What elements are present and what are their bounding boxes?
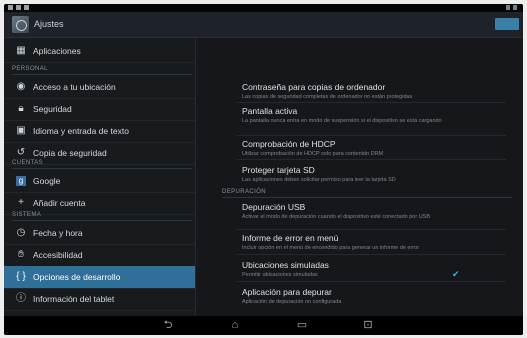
sidebar-item-label: Idioma y entrada de texto [33, 126, 129, 136]
settings-app-icon[interactable] [12, 16, 29, 33]
pref-usb-debugging[interactable]: Depuración USB Activar el modo de depura… [242, 202, 502, 221]
status-bar [4, 4, 523, 12]
developer-options-panel: Contraseña para copias de ordenador Las … [196, 38, 523, 316]
sidebar-item-label: Fecha y hora [33, 228, 83, 238]
pref-title: Proteger tarjeta SD [242, 165, 315, 175]
navigation-bar: ⮌ ⌂ ▭ ⊡ [4, 316, 523, 335]
info-icon: ⓘ [16, 293, 26, 304]
keyboard-icon: ▣ [16, 125, 26, 136]
clock-icon: ◷ [16, 227, 26, 238]
section-divider [12, 74, 192, 75]
pref-title: Pantalla activa [242, 106, 298, 116]
pref-title: Depuración USB [242, 202, 306, 212]
sidebar-item-label: Copia de seguridad [33, 148, 107, 158]
sidebar-item-seguridad[interactable]: 🔒︎ Seguridad [4, 98, 195, 121]
pref-bug-report-menu[interactable]: Informe de error en menú Incluir opción … [242, 233, 502, 252]
screenshot-icon[interactable]: ⊡ [359, 319, 377, 331]
pref-summary: Activar el modo de depuración cuando el … [242, 214, 431, 220]
notification-icon [8, 5, 13, 10]
section-header-depuracion: DEPURACIÓN [222, 189, 267, 195]
pref-summary: Las aplicaciones deben solicitar permiso… [242, 177, 396, 183]
recent-apps-icon[interactable]: ▭ [293, 319, 311, 331]
pref-summary: Utilizar comprobación de HDCP solo para … [242, 151, 384, 157]
google-icon: g [16, 176, 26, 186]
sidebar-item-fecha-hora[interactable]: ◷ Fecha y hora [4, 222, 195, 245]
pref-divider [236, 254, 506, 255]
sidebar-item-idioma[interactable]: ▣ Idioma y entrada de texto [4, 120, 195, 143]
sidebar-item-label: Acceso a tu ubicación [33, 82, 116, 92]
pref-mock-locations[interactable]: Ubicaciones simuladas Permitir ubicacion… [242, 260, 502, 279]
notification-icon [24, 5, 29, 10]
section-divider [12, 220, 192, 221]
sidebar-item-accesibilidad[interactable]: ✋︎ Accesibilidad [4, 244, 195, 267]
pref-divider [236, 135, 506, 136]
sidebar-item-label: Accesibilidad [33, 250, 83, 260]
pref-divider [236, 159, 506, 160]
pref-title: Informe de error en menú [242, 233, 339, 243]
pref-stay-awake[interactable]: Pantalla activa La pantalla nunca entra … [242, 106, 502, 125]
sidebar-item-label: Aplicaciones [33, 46, 81, 56]
back-icon[interactable]: ⮌ [159, 319, 177, 331]
pref-protect-sd[interactable]: Proteger tarjeta SD Las aplicaciones deb… [242, 165, 502, 184]
sidebar-item-label: Añadir cuenta [33, 198, 86, 208]
pref-summary: Aplicación de depuración no configurada [242, 299, 342, 305]
wifi-icon [506, 5, 510, 10]
home-icon[interactable]: ⌂ [226, 319, 244, 331]
notification-icons [8, 5, 29, 10]
pref-summary: Las copias de seguridad completas de ord… [242, 94, 413, 100]
system-status-icons [506, 5, 517, 10]
sidebar-item-label: Seguridad [33, 104, 72, 114]
battery-icon [513, 5, 517, 10]
pref-title: Ubicaciones simuladas [242, 260, 329, 270]
pref-summary: Permitir ubicaciones simuladas [242, 272, 318, 278]
accessibility-icon: ✋︎ [18, 249, 24, 260]
section-header-cuentas: CUENTAS [12, 160, 44, 166]
mock-locations-checkbox[interactable]: ✔ [452, 269, 460, 280]
pref-title: Comprobación de HDCP [242, 139, 336, 149]
pref-divider [236, 281, 506, 282]
pref-divider [236, 229, 506, 230]
sidebar-item-ubicacion[interactable]: ◉ Acceso a tu ubicación [4, 76, 195, 99]
pref-summary: Incluir opción en el menú de encendido p… [242, 245, 420, 251]
section-header-personal: PERSONAL [12, 66, 48, 72]
pref-title: Aplicación para depurar [242, 287, 332, 297]
notification-icon [16, 5, 21, 10]
pref-hdcp-checking[interactable]: Comprobación de HDCP Utilizar comprobaci… [242, 139, 502, 158]
sidebar-item-label: Opciones de desarrollo [33, 272, 121, 282]
sidebar-item-google[interactable]: g Google [4, 170, 195, 193]
location-icon: ◉ [16, 81, 26, 92]
tablet-screen: Ajustes ▦ Aplicaciones PERSONAL ◉ Acceso… [4, 4, 523, 335]
pref-debug-app[interactable]: Aplicación para depurar Aplicación de de… [242, 287, 502, 306]
section-divider [222, 197, 512, 198]
lock-icon: 🔒︎ [18, 103, 24, 114]
pref-backup-password[interactable]: Contraseña para copias de ordenador Las … [242, 82, 502, 101]
settings-sidebar: ▦ Aplicaciones PERSONAL ◉ Acceso a tu ub… [4, 38, 196, 316]
section-header-sistema: SISTEMA [12, 212, 42, 218]
apps-icon: ▦ [16, 45, 26, 56]
sidebar-item-aplicaciones[interactable]: ▦ Aplicaciones [4, 40, 195, 63]
action-bar: Ajustes [4, 12, 523, 38]
pref-title: Contraseña para copias de ordenador [242, 82, 386, 92]
pref-divider [236, 102, 506, 103]
sidebar-item-label: Información del tablet [33, 294, 115, 304]
app-title: Ajustes [34, 19, 64, 29]
pref-summary: La pantalla nunca entra en modo de suspe… [242, 118, 442, 124]
backup-icon: ↺ [16, 147, 26, 158]
section-divider [12, 168, 192, 169]
action-bar-button[interactable] [495, 18, 519, 30]
plus-icon: + [18, 197, 24, 208]
sidebar-item-informacion-tablet[interactable]: ⓘ Información del tablet [4, 288, 195, 311]
sidebar-item-label: Google [33, 176, 61, 186]
sidebar-item-opciones-desarrollo[interactable]: { } Opciones de desarrollo [4, 266, 195, 289]
code-braces-icon: { } [16, 271, 26, 282]
